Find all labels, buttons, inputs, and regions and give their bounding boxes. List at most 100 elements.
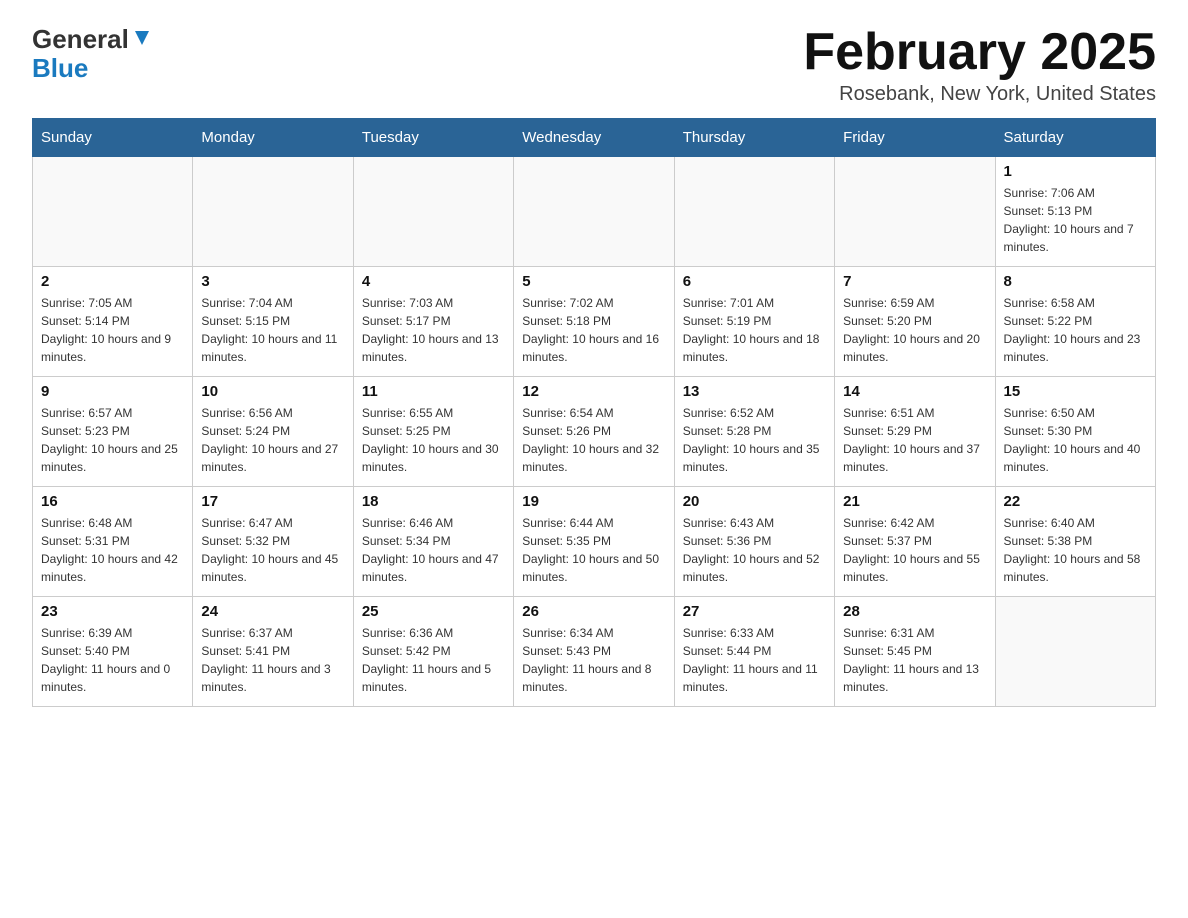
day-info: Sunrise: 6:40 AMSunset: 5:38 PMDaylight:… [1004,514,1147,586]
calendar-cell: 21Sunrise: 6:42 AMSunset: 5:37 PMDayligh… [835,487,995,597]
calendar-cell: 11 Sunrise: 6:55 AMSunset: 5:25 PMDayligh… [353,377,513,487]
calendar-cell: 3Sunrise: 7:04 AMSunset: 5:15 PMDaylight… [193,267,353,377]
calendar-cell: 16 Sunrise: 6:48 AMSunset: 5:31 PMDayligh… [33,487,193,597]
calendar-cell: 17Sunrise: 6:47 AMSunset: 5:32 PMDayligh… [193,487,353,597]
day-number: 7 [843,273,986,290]
calendar-cell: 25 Sunrise: 6:36 AMSunset: 5:42 PMDayligh… [353,597,513,707]
header-cell-friday: Friday [835,119,995,157]
calendar-cell: 18 Sunrise: 6:46 AMSunset: 5:34 PMDayligh… [353,487,513,597]
day-info: Sunrise: 6:31 AMSunset: 5:45 PMDaylight:… [843,624,986,696]
header-cell-wednesday: Wednesday [514,119,674,157]
day-number: 22 [1004,493,1147,510]
location-text: Rosebank, New York, United States [803,83,1156,106]
calendar-cell [193,157,353,267]
calendar-cell: 23 Sunrise: 6:39 AMSunset: 5:40 PMDayligh… [33,597,193,707]
page-header: General Blue February 2025 Rosebank, New… [32,24,1156,106]
title-block: February 2025 Rosebank, New York, United… [803,24,1156,106]
calendar-cell: 13Sunrise: 6:52 AMSunset: 5:28 PMDayligh… [674,377,834,487]
day-info: Sunrise: 7:02 AMSunset: 5:18 PMDaylight:… [522,294,665,366]
day-number: 24 [201,603,344,620]
logo-row1: General [32,24,153,55]
day-info: Sunrise: 6:57 AMSunset: 5:23 PMDaylight:… [41,404,184,476]
calendar-cell: 1 Sunrise: 7:06 AMSunset: 5:13 PMDaylight… [995,157,1155,267]
calendar-cell: 14 Sunrise: 6:51 AMSunset: 5:29 PMDayligh… [835,377,995,487]
day-number: 19 [522,493,665,510]
calendar-row-1: 2 Sunrise: 7:05 AMSunset: 5:14 PMDaylight… [33,267,1156,377]
day-info: Sunrise: 7:03 AMSunset: 5:17 PMDaylight:… [362,294,505,366]
logo: General Blue [32,24,153,84]
day-info: Sunrise: 6:39 AMSunset: 5:40 PMDaylight:… [41,624,184,696]
day-info: Sunrise: 6:50 AMSunset: 5:30 PMDaylight:… [1004,404,1147,476]
day-number: 1 [1004,163,1147,180]
day-number: 2 [41,273,184,290]
calendar-row-2: 9Sunrise: 6:57 AMSunset: 5:23 PMDaylight… [33,377,1156,487]
day-info: Sunrise: 6:51 AMSunset: 5:29 PMDaylight:… [843,404,986,476]
calendar-cell: 5 Sunrise: 7:02 AMSunset: 5:18 PMDaylight… [514,267,674,377]
calendar-cell: 6Sunrise: 7:01 AMSunset: 5:19 PMDaylight… [674,267,834,377]
calendar-cell: 26 Sunrise: 6:34 AMSunset: 5:43 PMDayligh… [514,597,674,707]
calendar-cell [33,157,193,267]
calendar-table: SundayMondayTuesdayWednesdayThursdayFrid… [32,118,1156,707]
day-info: Sunrise: 6:44 AMSunset: 5:35 PMDaylight:… [522,514,665,586]
day-info: Sunrise: 6:55 AMSunset: 5:25 PMDaylight:… [362,404,505,476]
day-info: Sunrise: 6:52 AMSunset: 5:28 PMDaylight:… [683,404,826,476]
logo-general-text: General [32,24,129,55]
calendar-cell: 27 Sunrise: 6:33 AMSunset: 5:44 PMDayligh… [674,597,834,707]
calendar-cell: 19 Sunrise: 6:44 AMSunset: 5:35 PMDayligh… [514,487,674,597]
day-number: 11 [362,383,505,400]
calendar-cell [674,157,834,267]
calendar-row-4: 23 Sunrise: 6:39 AMSunset: 5:40 PMDayligh… [33,597,1156,707]
day-number: 21 [843,493,986,510]
day-number: 28 [843,603,986,620]
day-info: Sunrise: 6:33 AMSunset: 5:44 PMDaylight:… [683,624,826,696]
day-info: Sunrise: 6:48 AMSunset: 5:31 PMDaylight:… [41,514,184,586]
calendar-header-row: SundayMondayTuesdayWednesdayThursdayFrid… [33,119,1156,157]
header-cell-saturday: Saturday [995,119,1155,157]
calendar-cell: 9Sunrise: 6:57 AMSunset: 5:23 PMDaylight… [33,377,193,487]
day-number: 5 [522,273,665,290]
day-info: Sunrise: 7:05 AMSunset: 5:14 PMDaylight:… [41,294,184,366]
day-info: Sunrise: 6:43 AMSunset: 5:36 PMDaylight:… [683,514,826,586]
day-info: Sunrise: 7:04 AMSunset: 5:15 PMDaylight:… [201,294,344,366]
calendar-cell: 15 Sunrise: 6:50 AMSunset: 5:30 PMDayligh… [995,377,1155,487]
day-number: 18 [362,493,505,510]
calendar-cell: 8 Sunrise: 6:58 AMSunset: 5:22 PMDaylight… [995,267,1155,377]
day-number: 10 [201,383,344,400]
calendar-cell [514,157,674,267]
day-number: 26 [522,603,665,620]
calendar-cell: 20Sunrise: 6:43 AMSunset: 5:36 PMDayligh… [674,487,834,597]
day-info: Sunrise: 6:36 AMSunset: 5:42 PMDaylight:… [362,624,505,696]
day-number: 15 [1004,383,1147,400]
calendar-row-3: 16 Sunrise: 6:48 AMSunset: 5:31 PMDayligh… [33,487,1156,597]
day-info: Sunrise: 6:54 AMSunset: 5:26 PMDaylight:… [522,404,665,476]
day-info: Sunrise: 6:46 AMSunset: 5:34 PMDaylight:… [362,514,505,586]
day-info: Sunrise: 6:56 AMSunset: 5:24 PMDaylight:… [201,404,344,476]
day-info: Sunrise: 6:58 AMSunset: 5:22 PMDaylight:… [1004,294,1147,366]
day-number: 8 [1004,273,1147,290]
logo-blue-text: Blue [32,53,88,84]
day-info: Sunrise: 6:34 AMSunset: 5:43 PMDaylight:… [522,624,665,696]
calendar-cell [995,597,1155,707]
calendar-cell: 22 Sunrise: 6:40 AMSunset: 5:38 PMDayligh… [995,487,1155,597]
day-number: 16 [41,493,184,510]
header-cell-sunday: Sunday [33,119,193,157]
header-cell-thursday: Thursday [674,119,834,157]
day-number: 6 [683,273,826,290]
calendar-cell [353,157,513,267]
calendar-cell: 4 Sunrise: 7:03 AMSunset: 5:17 PMDaylight… [353,267,513,377]
day-number: 23 [41,603,184,620]
header-cell-monday: Monday [193,119,353,157]
calendar-cell: 7 Sunrise: 6:59 AMSunset: 5:20 PMDaylight… [835,267,995,377]
day-number: 4 [362,273,505,290]
day-number: 14 [843,383,986,400]
day-number: 25 [362,603,505,620]
calendar-cell: 10 Sunrise: 6:56 AMSunset: 5:24 PMDayligh… [193,377,353,487]
header-cell-tuesday: Tuesday [353,119,513,157]
day-info: Sunrise: 6:59 AMSunset: 5:20 PMDaylight:… [843,294,986,366]
calendar-cell: 24Sunrise: 6:37 AMSunset: 5:41 PMDayligh… [193,597,353,707]
calendar-cell: 12 Sunrise: 6:54 AMSunset: 5:26 PMDayligh… [514,377,674,487]
day-number: 12 [522,383,665,400]
calendar-cell: 28 Sunrise: 6:31 AMSunset: 5:45 PMDayligh… [835,597,995,707]
day-number: 27 [683,603,826,620]
day-info: Sunrise: 7:06 AMSunset: 5:13 PMDaylight:… [1004,184,1147,256]
